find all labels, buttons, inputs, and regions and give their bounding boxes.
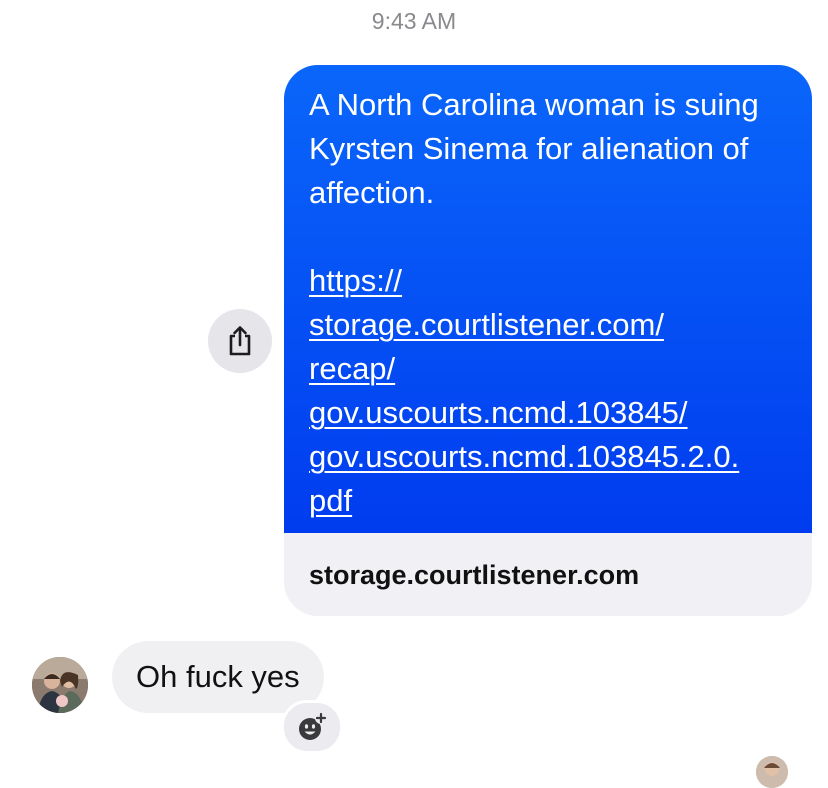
share-button[interactable] (208, 309, 272, 373)
message-link[interactable]: https:// storage.courtlistener.com/ reca… (309, 259, 788, 523)
link-preview-domain[interactable]: storage.courtlistener.com (284, 533, 812, 591)
avatar-photo (756, 756, 788, 788)
link-line: storage.courtlistener.com/ (309, 307, 664, 342)
received-message-bubble[interactable]: Oh fuck yes (112, 641, 324, 713)
sender-avatar[interactable] (32, 657, 88, 713)
share-icon (229, 326, 251, 356)
received-message-text: Oh fuck yes (136, 659, 300, 694)
sent-message-bubble[interactable]: A North Carolina woman is suing Kyrsten … (284, 65, 812, 616)
avatar-photo (32, 657, 88, 713)
read-receipt-avatar (756, 756, 788, 788)
sent-message-body: A North Carolina woman is suing Kyrsten … (284, 65, 812, 533)
add-reaction-button[interactable] (281, 700, 343, 754)
add-reaction-icon (299, 712, 327, 740)
link-line: https:// (309, 263, 403, 298)
link-line: gov.uscourts.ncmd.103845/ (309, 395, 688, 430)
sent-message-text: A North Carolina woman is suing Kyrsten … (309, 87, 759, 210)
link-line: recap/ (309, 351, 396, 386)
link-line: gov.uscourts.ncmd.103845.2.0. (309, 439, 740, 474)
link-line: pdf (309, 483, 353, 518)
message-timestamp: 9:43 AM (371, 8, 457, 34)
